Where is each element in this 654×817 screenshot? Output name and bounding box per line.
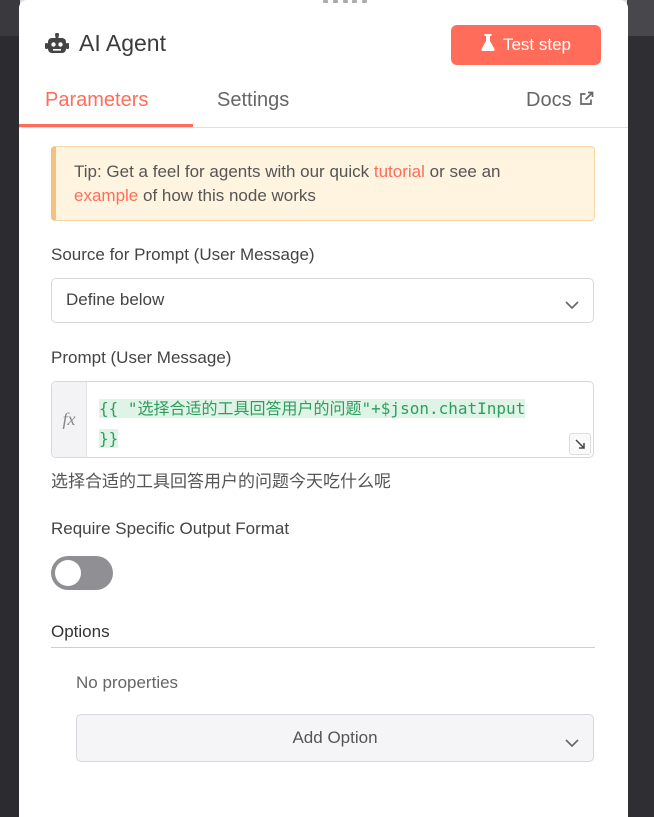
tab-bar: Parameters Settings Docs xyxy=(19,84,628,128)
prompt-code-line-1: {{ "选择合适的工具回答用户的问题"+$json.chatInput xyxy=(99,399,526,418)
no-properties-text: No properties xyxy=(76,673,179,692)
output-format-label: Require Specific Output Format xyxy=(51,519,290,538)
node-panel: AI Agent Test step Parameters Settings D… xyxy=(19,0,628,817)
background-left-top xyxy=(0,0,20,36)
tutorial-link[interactable]: tutorial xyxy=(374,162,425,181)
node-title: AI Agent xyxy=(79,30,166,56)
external-link-icon xyxy=(579,89,594,112)
background-right xyxy=(627,0,654,817)
tip-prefix: Tip: Get a feel for agents with our quic… xyxy=(74,162,374,181)
prompt-expression-field[interactable]: fx {{ "选择合适的工具回答用户的问题"+$json.chatInput }… xyxy=(51,381,594,458)
source-select[interactable]: Define below xyxy=(51,278,594,323)
prompt-label: Prompt (User Message) xyxy=(51,348,232,367)
docs-label: Docs xyxy=(526,89,572,111)
tip-callout: Tip: Get a feel for agents with our quic… xyxy=(51,146,595,221)
source-value: Define below xyxy=(66,290,165,309)
options-divider xyxy=(51,647,595,648)
tab-docs[interactable]: Docs xyxy=(526,89,594,112)
chevron-down-icon xyxy=(565,733,579,753)
output-format-toggle[interactable] xyxy=(51,556,113,590)
background-left xyxy=(0,0,20,817)
chevron-down-icon xyxy=(565,295,579,315)
test-step-button[interactable]: Test step xyxy=(451,25,601,65)
example-link[interactable]: example xyxy=(74,186,138,205)
title-wrap: AI Agent xyxy=(45,30,166,57)
prompt-code: {{ "选择合适的工具回答用户的问题"+$json.chatInput }} xyxy=(99,394,584,454)
prompt-code-line-2: }} xyxy=(99,429,119,448)
add-option-button[interactable]: Add Option xyxy=(76,714,594,762)
add-option-label: Add Option xyxy=(292,728,378,747)
background-right-top xyxy=(627,0,654,36)
parameters-body: Tip: Get a feel for agents with our quic… xyxy=(19,128,628,817)
panel-header: AI Agent Test step xyxy=(19,0,628,90)
tip-suffix: of how this node works xyxy=(138,186,316,205)
expand-icon[interactable] xyxy=(569,433,591,455)
flask-icon xyxy=(481,34,495,56)
robot-icon xyxy=(45,32,69,55)
toggle-knob xyxy=(55,560,81,586)
options-label: Options xyxy=(51,622,110,641)
fx-icon: fx xyxy=(52,382,87,457)
tab-settings[interactable]: Settings xyxy=(217,89,289,112)
prompt-preview: 选择合适的工具回答用户的问题今天吃什么呢 xyxy=(51,472,391,491)
tab-parameters[interactable]: Parameters xyxy=(45,89,148,112)
tip-middle: or see an xyxy=(424,162,501,181)
tab-active-indicator xyxy=(19,124,193,127)
test-step-label: Test step xyxy=(502,35,572,54)
source-label: Source for Prompt (User Message) xyxy=(51,245,315,264)
